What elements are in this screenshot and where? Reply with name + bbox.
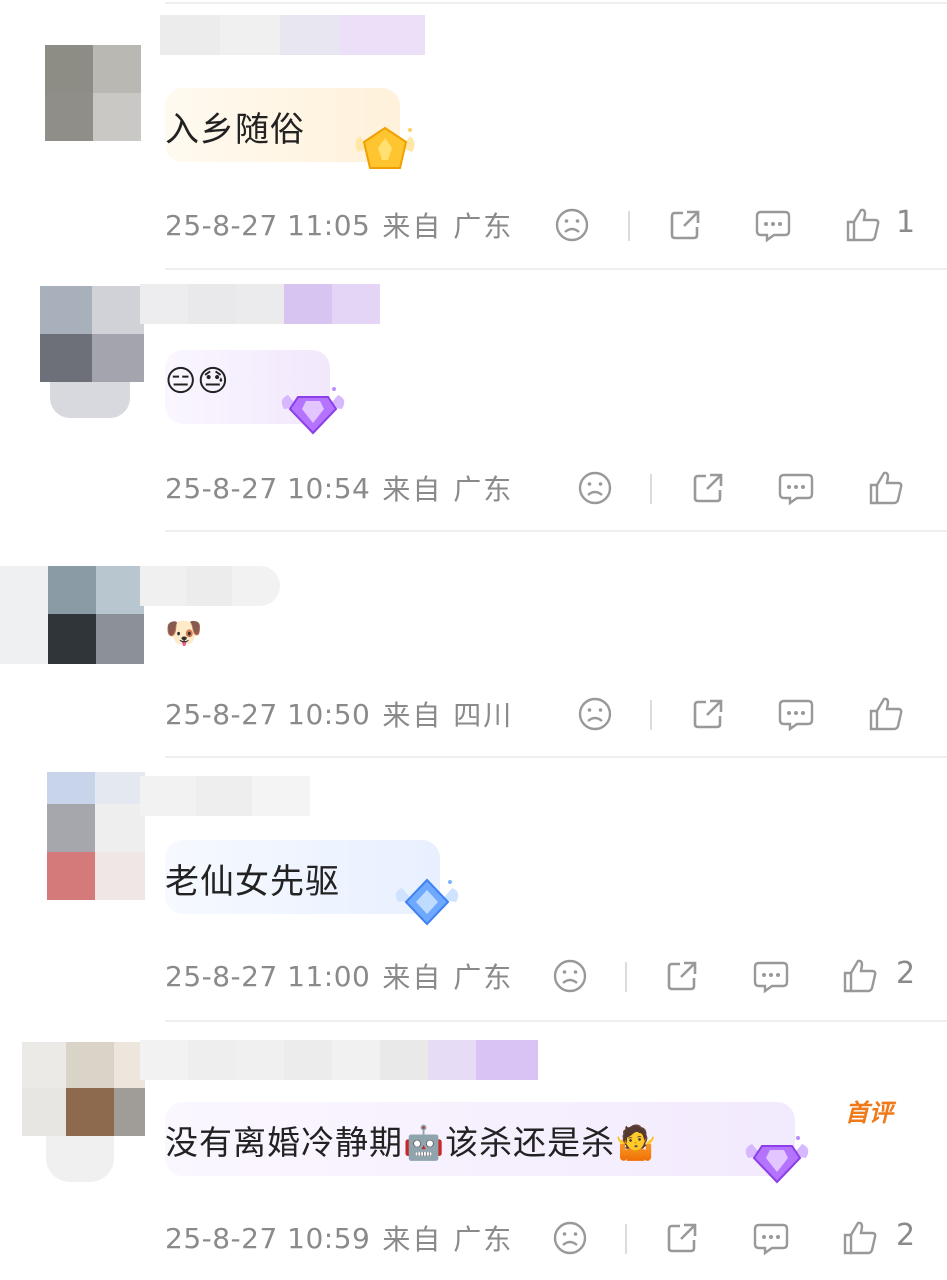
comment-icon <box>755 210 791 243</box>
username[interactable] <box>160 15 425 55</box>
action-bar: 2 <box>0 1216 947 1260</box>
sad-face-icon <box>553 1221 587 1255</box>
username[interactable] <box>140 566 280 606</box>
action-bar <box>0 692 947 736</box>
comment-item: 入乡随俗 25-8-27 11:05 来自 广东 1 <box>0 0 947 268</box>
comment-text: 老仙女先驱 <box>165 862 340 902</box>
share-button[interactable] <box>688 468 728 508</box>
reply-button[interactable] <box>776 468 816 508</box>
top-divider <box>165 268 947 270</box>
top-divider <box>165 2 947 4</box>
purple-diamond-badge <box>742 1132 812 1192</box>
share-button[interactable] <box>662 956 702 996</box>
comment-icon <box>753 1223 789 1256</box>
sad-face-icon <box>578 471 612 505</box>
thumbs-up-icon <box>846 208 880 242</box>
comment-icon <box>753 961 789 994</box>
like-button[interactable] <box>866 694 906 734</box>
dislike-button[interactable] <box>575 694 615 734</box>
username[interactable] <box>140 284 380 324</box>
thumbs-up-icon <box>843 1221 877 1255</box>
reply-button[interactable] <box>751 956 791 996</box>
comment-item: 没有离婚冷静期🤖该杀还是杀🤷 25-8-27 10:59 来自 广东 2 <box>0 1020 947 1280</box>
dislike-button[interactable] <box>575 468 615 508</box>
share-icon <box>670 210 700 240</box>
comment-text: 😑😓 <box>165 364 230 399</box>
share-icon <box>667 961 697 991</box>
thumbs-up-icon <box>869 471 903 505</box>
action-separator <box>628 211 630 241</box>
like-count: 2 <box>896 956 916 991</box>
share-icon <box>693 473 723 503</box>
sad-face-icon <box>578 697 612 731</box>
like-button[interactable] <box>866 468 906 508</box>
action-bar: 1 <box>0 203 947 247</box>
action-separator <box>625 1224 627 1254</box>
gold-gem-badge <box>350 122 420 182</box>
dislike-button[interactable] <box>552 205 592 245</box>
comment-text: 🐶 <box>165 616 204 651</box>
action-bar <box>0 466 947 510</box>
share-icon <box>667 1223 697 1253</box>
avatar[interactable] <box>45 45 145 145</box>
username[interactable] <box>140 1040 538 1080</box>
purple-diamond-badge <box>278 383 348 443</box>
avatar[interactable] <box>40 286 145 418</box>
thumbs-up-icon <box>843 959 877 993</box>
share-icon <box>693 699 723 729</box>
avatar[interactable] <box>0 566 145 664</box>
dislike-button[interactable] <box>550 1218 590 1258</box>
top-divider <box>165 756 947 758</box>
sad-face-icon <box>553 959 587 993</box>
like-button[interactable] <box>843 205 883 245</box>
username[interactable] <box>140 776 310 816</box>
top-divider <box>165 1020 947 1022</box>
thumbs-up-icon <box>869 697 903 731</box>
avatar[interactable] <box>22 1042 145 1182</box>
like-count: 1 <box>896 205 916 240</box>
comment-item: 😑😓 25-8-27 10:54 来自 广东 <box>0 268 947 530</box>
reply-button[interactable] <box>751 1218 791 1258</box>
comment-item: 老仙女先驱 25-8-27 11:00 来自 广东 2 <box>0 756 947 1020</box>
action-separator <box>650 474 652 504</box>
share-button[interactable] <box>662 1218 702 1258</box>
share-button[interactable] <box>688 694 728 734</box>
like-button[interactable] <box>840 1218 880 1258</box>
like-button[interactable] <box>840 956 880 996</box>
share-button[interactable] <box>665 205 705 245</box>
sad-face-icon <box>555 208 589 242</box>
top-divider <box>165 530 947 532</box>
avatar[interactable] <box>47 772 145 900</box>
reply-button[interactable] <box>776 694 816 734</box>
comment-text: 没有离婚冷静期🤖该杀还是杀🤷 <box>165 1123 658 1162</box>
action-separator <box>650 700 652 730</box>
dislike-button[interactable] <box>550 956 590 996</box>
blue-diamond-badge <box>392 874 462 934</box>
reply-button[interactable] <box>753 205 793 245</box>
action-bar: 2 <box>0 954 947 998</box>
comment-icon <box>778 473 814 506</box>
comment-text: 入乡随俗 <box>165 110 305 150</box>
comment-item: 首评 🐶 25-8-27 10:50 来自 四川 <box>0 530 947 1127</box>
comment-icon <box>778 699 814 732</box>
action-separator <box>625 962 627 992</box>
like-count: 2 <box>896 1218 916 1253</box>
